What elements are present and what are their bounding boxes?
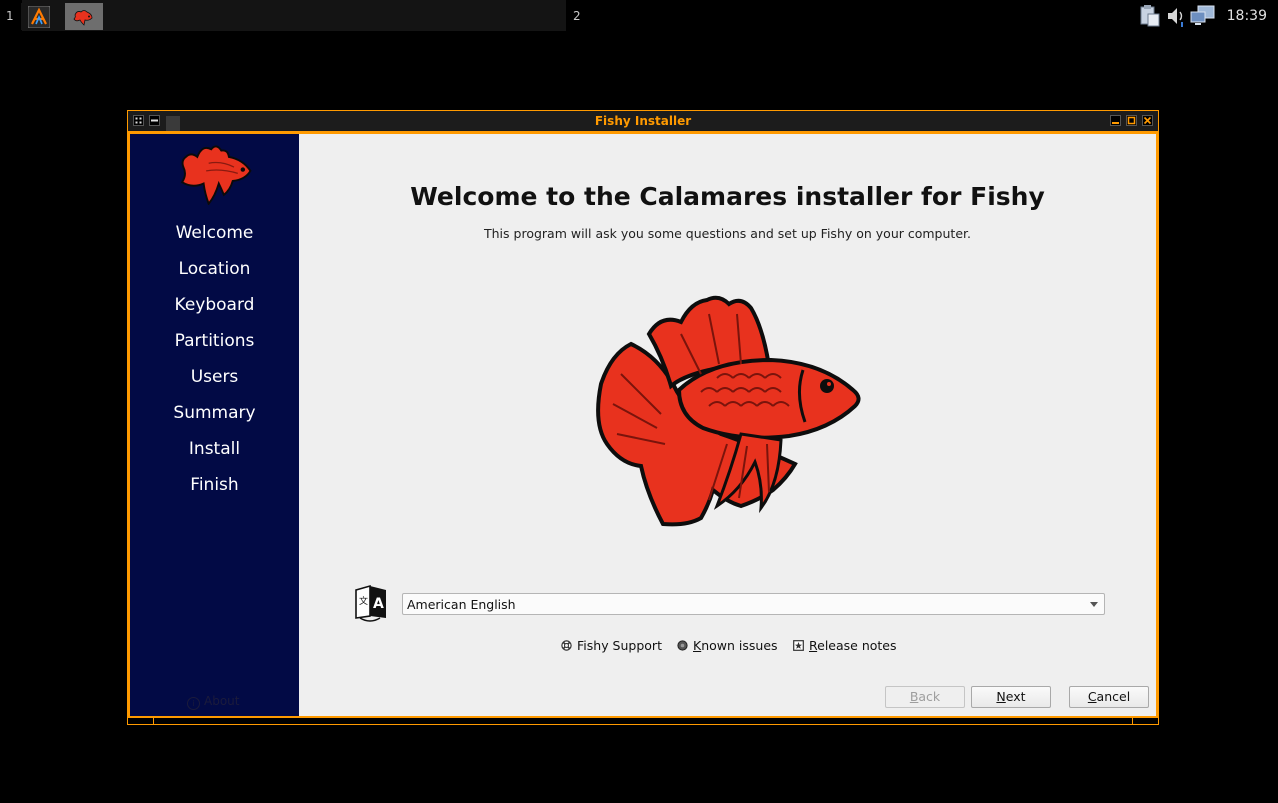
fishy-logo-icon bbox=[180, 145, 252, 205]
clock[interactable]: 18:39 bbox=[1227, 8, 1267, 24]
chevron-down-icon bbox=[1090, 602, 1098, 607]
workspace-1-label[interactable]: 1 bbox=[6, 9, 14, 23]
resize-grip-right[interactable] bbox=[1132, 718, 1133, 724]
cancel-button[interactable]: Cancel bbox=[1069, 686, 1149, 708]
maximize-button[interactable] bbox=[1126, 115, 1137, 126]
info-icon: i bbox=[187, 697, 200, 710]
task-button-archcraft[interactable] bbox=[21, 3, 59, 30]
language-select-value: American English bbox=[407, 597, 516, 612]
release-notes-link[interactable]: Release notes bbox=[793, 638, 897, 653]
support-link[interactable]: Fishy Support bbox=[561, 638, 662, 653]
maximize-icon bbox=[1127, 116, 1136, 125]
page-title: Welcome to the Calamares installer for F… bbox=[410, 182, 1045, 211]
known-issues-label: nown issues bbox=[701, 638, 778, 653]
titlebar[interactable]: Fishy Installer bbox=[128, 111, 1158, 131]
sidebar-step-install: Install bbox=[188, 439, 241, 459]
installer-window: Fishy Installer Welcome Location Keyboar… bbox=[127, 110, 1159, 725]
sidebar-step-finish: Finish bbox=[190, 475, 239, 495]
sidebar-step-welcome: Welcome bbox=[175, 223, 254, 243]
about-button[interactable]: i About bbox=[187, 694, 239, 710]
sidebar-step-users: Users bbox=[190, 367, 239, 387]
top-panel: 1 2 18:39 bbox=[0, 0, 1278, 31]
svg-text:文: 文 bbox=[359, 595, 368, 607]
svg-text:A: A bbox=[373, 596, 384, 612]
sidebar-step-partitions: Partitions bbox=[174, 331, 255, 351]
page-subtitle: This program will ask you some questions… bbox=[484, 226, 971, 241]
sidebar-step-summary: Summary bbox=[173, 403, 256, 423]
back-label: ack bbox=[918, 689, 941, 704]
welcome-page: Welcome to the Calamares installer for F… bbox=[299, 134, 1156, 716]
language-icon: 文 A bbox=[355, 584, 386, 622]
volume-icon[interactable] bbox=[1165, 4, 1187, 28]
sidebar: Welcome Location Keyboard Partitions Use… bbox=[130, 134, 299, 716]
known-issues-mnemonic: K bbox=[693, 638, 702, 653]
back-button[interactable]: Back bbox=[885, 686, 965, 708]
fishy-betta-image bbox=[596, 295, 861, 527]
close-button[interactable] bbox=[1142, 115, 1153, 126]
archcraft-icon bbox=[28, 6, 50, 28]
network-icon[interactable] bbox=[1190, 4, 1216, 28]
language-select[interactable]: American English bbox=[402, 593, 1105, 615]
release-notes-icon bbox=[793, 640, 804, 651]
minimize-icon bbox=[1112, 122, 1119, 124]
about-label: About bbox=[204, 694, 240, 708]
cancel-mnemonic: C bbox=[1087, 689, 1097, 704]
task-button-fishy-installer[interactable] bbox=[65, 3, 103, 30]
window-client: Welcome Location Keyboard Partitions Use… bbox=[130, 134, 1156, 716]
release-notes-mnemonic: R bbox=[809, 638, 818, 653]
window-title: Fishy Installer bbox=[594, 114, 692, 128]
sidebar-step-keyboard: Keyboard bbox=[174, 295, 255, 315]
lifebuoy-icon bbox=[561, 640, 572, 651]
taskbar bbox=[21, 0, 566, 31]
minimize-button[interactable] bbox=[1110, 115, 1121, 126]
support-link-label: Fishy Support bbox=[577, 638, 662, 653]
workspace-2-label[interactable]: 2 bbox=[573, 9, 581, 23]
fishy-installer-icon bbox=[73, 10, 93, 26]
window-bottom-handle[interactable] bbox=[128, 718, 1158, 724]
clipboard-icon[interactable] bbox=[1139, 4, 1161, 28]
resize-grip-left[interactable] bbox=[153, 718, 154, 724]
close-icon bbox=[1143, 116, 1152, 125]
next-mnemonic: N bbox=[996, 689, 1006, 704]
release-notes-label: elease notes bbox=[817, 638, 897, 653]
sidebar-step-location: Location bbox=[178, 259, 251, 279]
known-issues-link[interactable]: Known issues bbox=[677, 638, 778, 653]
next-button[interactable]: Next bbox=[971, 686, 1051, 708]
cancel-label: ancel bbox=[1096, 689, 1131, 704]
next-label: ext bbox=[1005, 689, 1026, 704]
bug-icon bbox=[677, 640, 688, 651]
